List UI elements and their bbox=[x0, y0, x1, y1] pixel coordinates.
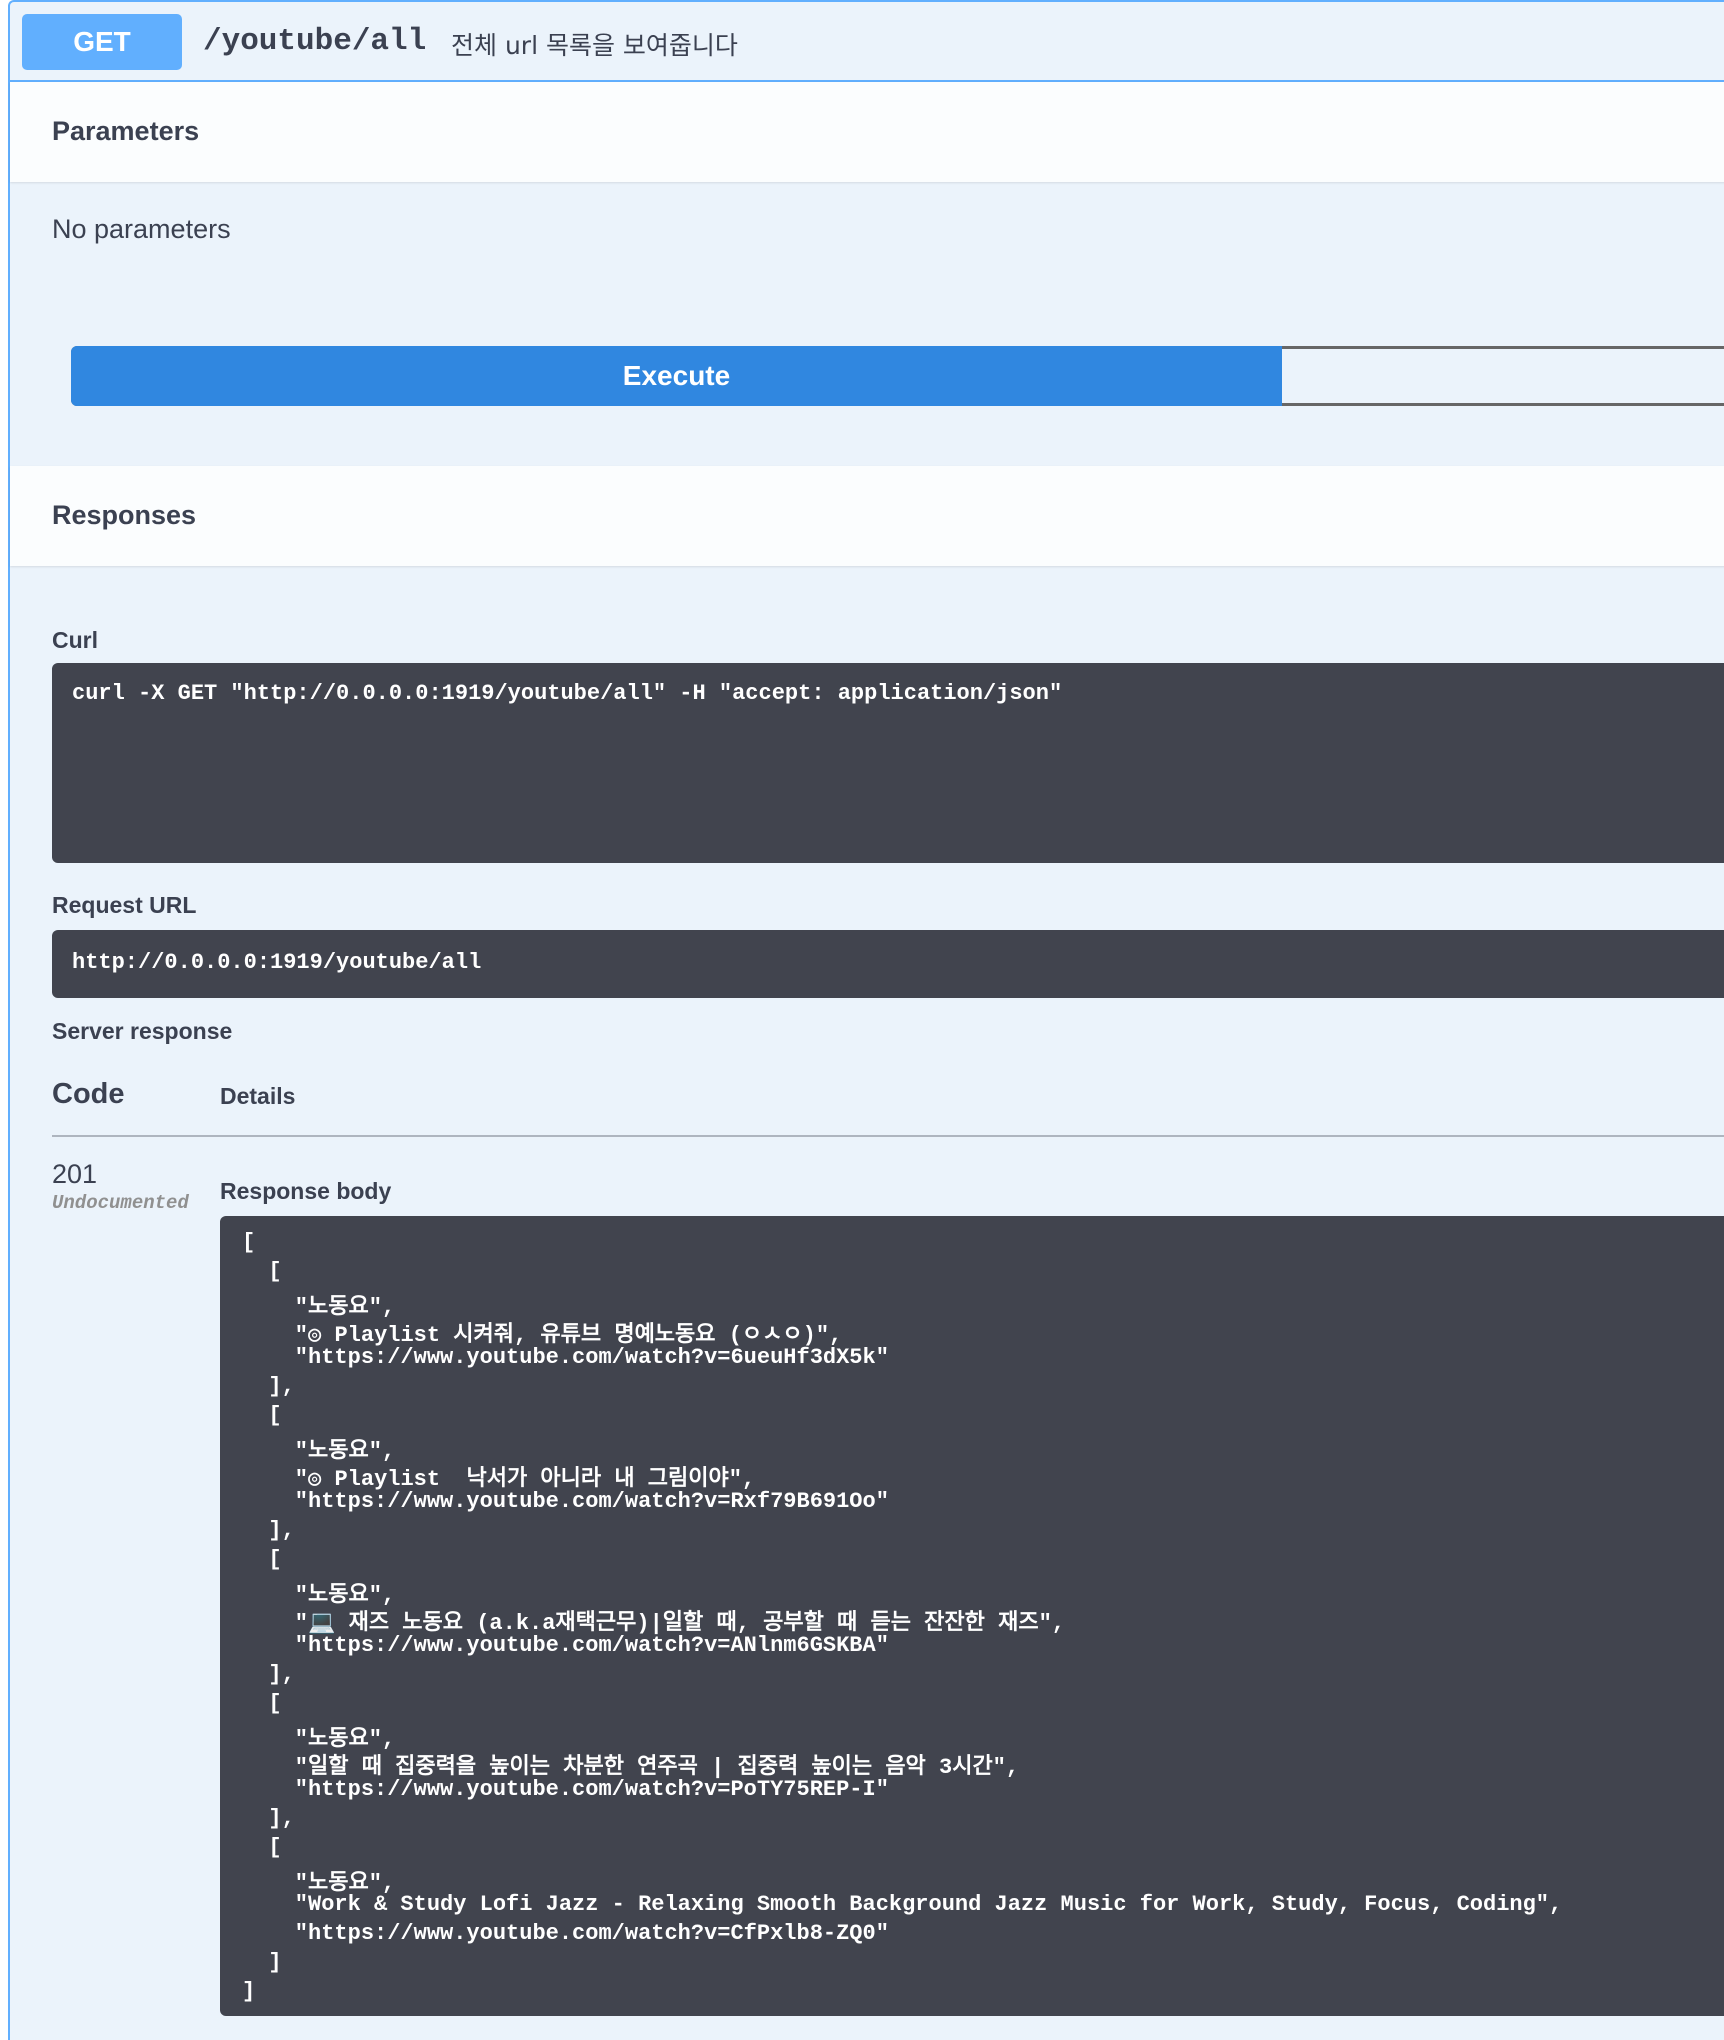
request-url: http://0.0.0.0:1919/youtube/all bbox=[72, 950, 482, 975]
response-body-line: "https://www.youtube.com/watch?v=CfPxlb8… bbox=[242, 1921, 889, 1947]
response-body-label: Response body bbox=[220, 1178, 392, 1204]
responses-header: Responses bbox=[10, 466, 1724, 566]
parameters-title: Parameters bbox=[52, 116, 200, 146]
request-url-box[interactable]: http://0.0.0.0:1919/youtube/all bbox=[52, 930, 1724, 998]
response-body-line: "https://www.youtube.com/watch?v=Rxf79B6… bbox=[242, 1489, 889, 1515]
response-body-line: [ bbox=[242, 1546, 282, 1572]
curl-label: Curl bbox=[52, 627, 98, 653]
response-body-line: [ bbox=[242, 1258, 282, 1284]
no-parameters-text: No parameters bbox=[52, 214, 231, 244]
request-url-label: Request URL bbox=[52, 892, 197, 918]
response-body-line: [ bbox=[242, 1690, 282, 1716]
operation-summary[interactable]: GET /youtube/all 전체 url 목록을 보여줍니다 bbox=[10, 2, 1724, 82]
response-body-line: "노동요", bbox=[242, 1294, 396, 1320]
response-body-line: [ bbox=[242, 1230, 256, 1255]
response-body-line: ], bbox=[242, 1661, 295, 1687]
response-body-line: "Work & Study Lofi Jazz - Relaxing Smoot… bbox=[242, 1892, 1563, 1918]
response-body-codebox[interactable]: [ [ "노동요", "◎ Playlist 시켜줘, 유튜브 명예노동요 (ㅇ… bbox=[220, 1216, 1724, 2016]
response-body-line: [ bbox=[242, 1834, 282, 1860]
undocumented-note: Undocumented bbox=[52, 1192, 189, 1214]
response-body-line: ] bbox=[242, 1978, 256, 2004]
response-body-line: "노동요", bbox=[242, 1582, 396, 1608]
execute-button[interactable]: Execute bbox=[71, 346, 1282, 406]
endpoint-path: /youtube/all bbox=[203, 24, 427, 59]
response-body-line: "◎ Playlist 시켜줘, 유튜브 명예노동요 (ㅇㅅㅇ)", bbox=[242, 1323, 843, 1349]
server-response-label: Server response bbox=[52, 1018, 233, 1044]
response-body-content: [ [ "노동요", "◎ Playlist 시켜줘, 유튜브 명예노동요 (ㅇ… bbox=[220, 1216, 1724, 2008]
response-body-line: "https://www.youtube.com/watch?v=6ueuHf3… bbox=[242, 1345, 889, 1371]
response-body-line: ] bbox=[242, 1949, 282, 1975]
response-body-line: "노동요", bbox=[242, 1870, 396, 1896]
response-body-line: [ bbox=[242, 1402, 282, 1428]
response-body-line: ], bbox=[242, 1517, 295, 1543]
response-status-code: 201 bbox=[52, 1159, 98, 1189]
response-body-line: ], bbox=[242, 1805, 295, 1831]
response-body-line: "◎ Playlist 낙서가 아니라 내 그림이야", bbox=[242, 1467, 756, 1493]
method-badge: GET bbox=[22, 14, 182, 70]
details-column-header: Details bbox=[220, 1083, 296, 1109]
endpoint-description: 전체 url 목록을 보여줍니다 bbox=[451, 31, 738, 60]
operation-block: GET /youtube/all 전체 url 목록을 보여줍니다 Parame… bbox=[8, 0, 1724, 2040]
responses-title: Responses bbox=[52, 500, 197, 530]
execute-wrapper: Execute bbox=[71, 346, 1724, 406]
response-body-line: ], bbox=[242, 1373, 295, 1399]
curl-command: curl -X GET "http://0.0.0.0:1919/youtube… bbox=[72, 681, 1063, 706]
curl-codebox[interactable]: curl -X GET "http://0.0.0.0:1919/youtube… bbox=[52, 663, 1724, 863]
response-body-line: "노동요", bbox=[242, 1726, 396, 1752]
response-body-line: "https://www.youtube.com/watch?v=PoTY75R… bbox=[242, 1777, 889, 1803]
table-header-divider bbox=[52, 1135, 1724, 1137]
response-body-line: "노동요", bbox=[242, 1438, 396, 1464]
code-column-header: Code bbox=[52, 1078, 125, 1110]
parameters-header: Parameters bbox=[10, 82, 1724, 182]
response-body-line: "💻 재즈 노동요 (a.k.a재택근무)|일할 때, 공부할 때 듣는 잔잔한… bbox=[242, 1611, 1065, 1637]
response-body-line: "일할 때 집중력을 높이는 차분한 연주곡 | 집중력 높이는 음악 3시간"… bbox=[242, 1755, 1020, 1781]
response-body-line: "https://www.youtube.com/watch?v=ANlnm6G… bbox=[242, 1633, 889, 1659]
